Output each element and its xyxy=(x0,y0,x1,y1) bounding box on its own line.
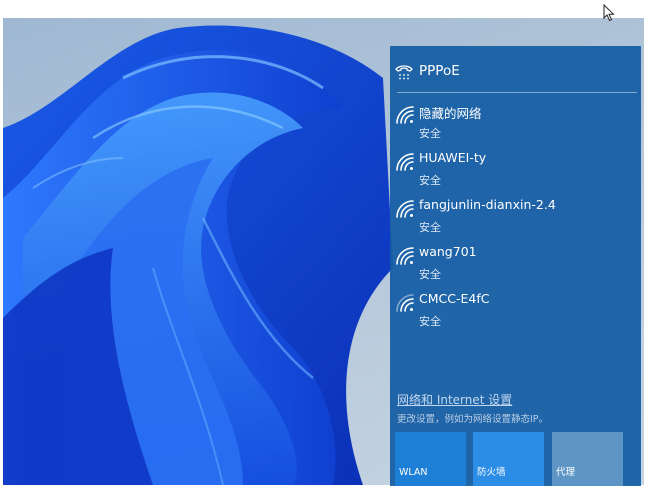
wifi-network-item[interactable]: HUAWEI-ty 安全 xyxy=(390,147,641,194)
settings-description: 更改设置，例如为网络设置静态IP。 xyxy=(397,414,549,425)
dialup-phone-icon xyxy=(394,62,414,82)
wifi-network-item[interactable]: 隐藏的网络 安全 xyxy=(390,100,641,147)
network-name: fangjunlin-dianxin-2.4 xyxy=(419,197,556,212)
wlan-tile[interactable]: WLAN xyxy=(395,432,466,486)
quick-action-tiles: WLAN 防火墙 代理 xyxy=(395,432,641,486)
network-name: CMCC-E4fC xyxy=(419,291,490,306)
network-name: HUAWEI-ty xyxy=(419,150,487,165)
network-name: 隐藏的网络 xyxy=(419,106,482,121)
wifi-icon xyxy=(394,104,416,124)
wifi-network-item[interactable]: CMCC-E4fC 安全 xyxy=(390,288,641,335)
wlan-tile-label: WLAN xyxy=(399,467,428,478)
wifi-icon xyxy=(394,245,416,265)
network-internet-settings-link[interactable]: 网络和 Internet 设置 xyxy=(397,391,512,408)
pppoe-label: PPPoE xyxy=(419,63,460,79)
wifi-icon xyxy=(394,151,416,171)
wifi-weak-icon xyxy=(394,292,416,312)
network-status: 安全 xyxy=(419,127,441,140)
network-status: 安全 xyxy=(419,268,441,281)
divider xyxy=(397,92,637,93)
mouse-cursor-icon xyxy=(603,3,615,26)
proxy-tile[interactable]: 代理 xyxy=(552,432,623,486)
network-status: 安全 xyxy=(419,221,441,234)
network-name: wang701 xyxy=(419,244,477,259)
network-status: 安全 xyxy=(419,174,441,187)
wifi-icon xyxy=(394,198,416,218)
proxy-tile-label: 代理 xyxy=(556,467,576,478)
pppoe-connection[interactable]: PPPoE xyxy=(390,58,641,86)
wifi-network-item[interactable]: fangjunlin-dianxin-2.4 安全 xyxy=(390,194,641,241)
network-status: 安全 xyxy=(419,315,441,328)
network-flyout: PPPoE 隐藏的网络 安全 HUAWEI-ty 安全 fangjunlin-d… xyxy=(390,46,641,486)
wifi-network-list: 隐藏的网络 安全 HUAWEI-ty 安全 fangjunlin-dianxin… xyxy=(390,100,641,335)
firewall-tile[interactable]: 防火墙 xyxy=(473,432,544,486)
wifi-network-item[interactable]: wang701 安全 xyxy=(390,241,641,288)
firewall-tile-label: 防火墙 xyxy=(477,467,506,478)
